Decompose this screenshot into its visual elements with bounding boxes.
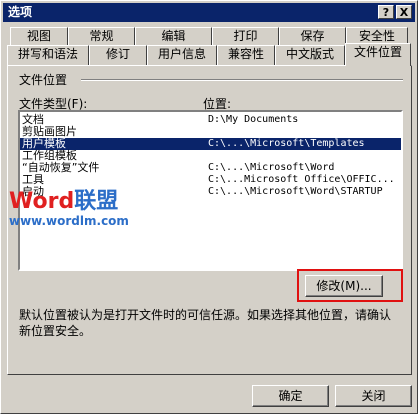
tab-spelling-grammar[interactable]: 拼写和语法: [7, 45, 89, 65]
tab-print[interactable]: 打印: [212, 27, 279, 45]
highlight-box: [297, 269, 403, 302]
tab-compatibility[interactable]: 兼容性: [217, 45, 275, 65]
trust-note: 默认位置被认为是打开文件时的可信任源。如果选择其他位置，请确认新位置安全。: [19, 308, 392, 338]
section-divider: [81, 79, 403, 81]
window-title: 选项: [8, 5, 33, 19]
list-item[interactable]: 剪贴画图片: [20, 126, 401, 138]
close-button[interactable]: 关闭: [335, 385, 412, 407]
list-item[interactable]: “自动恢复”文件 C:\...\Microsoft\Word: [20, 162, 401, 174]
tab-track-changes[interactable]: 修订: [89, 45, 147, 65]
list-item-selected[interactable]: 用户模板 C:\...\Microsoft\Templates: [20, 138, 401, 150]
tab-view[interactable]: 视图: [10, 27, 68, 45]
watermark-logo: Word联盟 www.wordlm.com: [9, 189, 129, 229]
tab-chinese-typography[interactable]: 中文版式: [275, 45, 345, 65]
watermark-url: www.wordlm.com: [9, 214, 129, 228]
tab-save[interactable]: 保存: [279, 27, 346, 45]
help-button[interactable]: ?: [378, 5, 394, 19]
title-bar[interactable]: 选项 ? X: [3, 3, 415, 22]
list-item[interactable]: 工具 C:\...Microsoft Office\OFFIC...: [20, 174, 401, 186]
tab-general[interactable]: 常规: [68, 27, 135, 45]
watermark-cn: 联盟: [74, 189, 119, 214]
watermark-word: Word: [9, 189, 75, 214]
tab-user-info[interactable]: 用户信息: [147, 45, 217, 65]
section-title: 文件位置: [19, 73, 68, 87]
tab-file-locations[interactable]: 文件位置: [345, 43, 411, 66]
list-item[interactable]: 文档 D:\My Documents: [20, 114, 401, 126]
ok-button[interactable]: 确定: [252, 385, 329, 407]
close-icon[interactable]: X: [396, 5, 412, 19]
tab-edit[interactable]: 编辑: [135, 27, 212, 45]
options-dialog: 选项 ? X 视图 常规 编辑 打印 保存 安全性 拼写和语法 修订 用户信息 …: [0, 0, 418, 414]
